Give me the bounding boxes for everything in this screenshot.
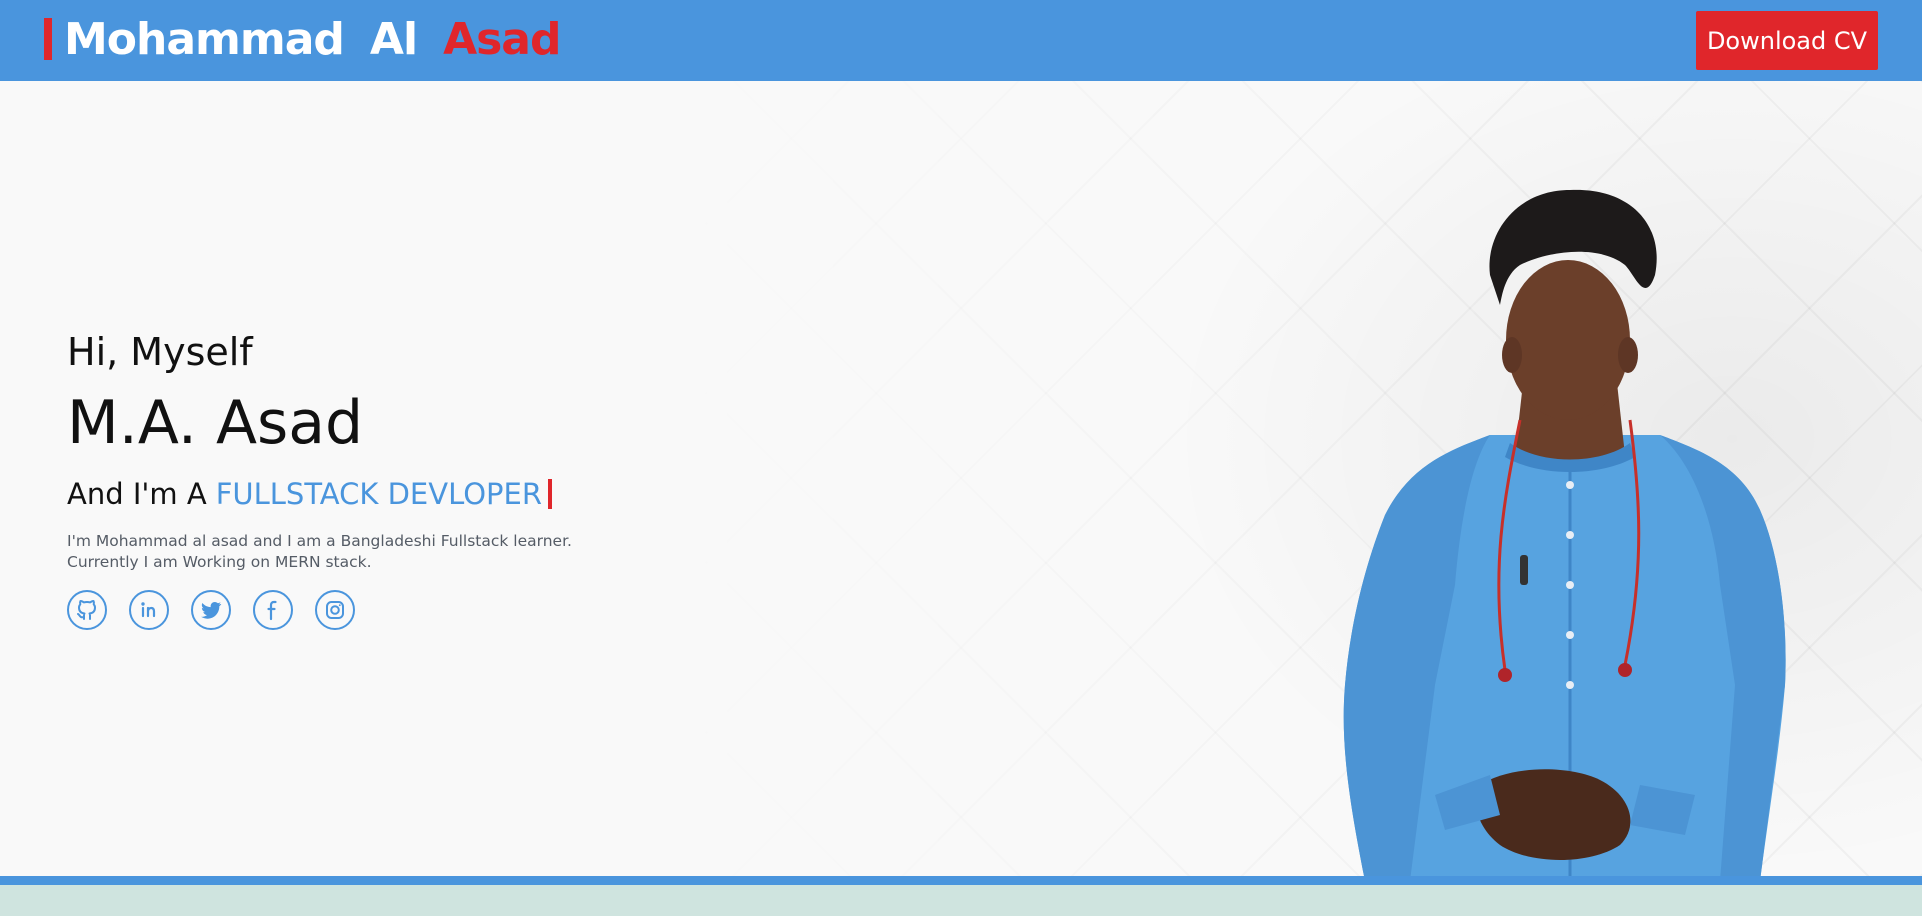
bio-line-1: I'm Mohammad al asad and I am a Banglade… bbox=[67, 532, 572, 550]
site-logo[interactable]: Mohammad Al Asad bbox=[44, 13, 562, 65]
instagram-link[interactable] bbox=[315, 590, 355, 630]
download-cv-button[interactable]: Download CV bbox=[1696, 11, 1878, 70]
role-prefix: And I'm A bbox=[67, 477, 207, 511]
linkedin-icon bbox=[141, 602, 156, 618]
top-navbar: Mohammad Al Asad Download CV bbox=[0, 0, 1922, 81]
logo-middle-name: Al bbox=[369, 13, 418, 65]
logo-accent-bar bbox=[44, 18, 52, 60]
twitter-link[interactable] bbox=[191, 590, 231, 630]
role-highlight: FULLSTACK DEVLOPER bbox=[215, 477, 542, 511]
logo-last-name: Asad bbox=[443, 13, 561, 65]
instagram-icon bbox=[326, 601, 344, 619]
twitter-icon bbox=[201, 601, 222, 619]
typing-caret bbox=[548, 479, 552, 509]
linkedin-link[interactable] bbox=[129, 590, 169, 630]
section-divider bbox=[0, 876, 1922, 885]
social-links bbox=[67, 590, 687, 630]
logo-first-name: Mohammad bbox=[64, 13, 345, 65]
profile-portrait bbox=[1343, 189, 1786, 876]
bio-line-2: Currently I am Working on MERN stack. bbox=[67, 553, 372, 571]
bio-text: I'm Mohammad al asad and I am a Banglade… bbox=[67, 531, 627, 573]
next-section-peek bbox=[0, 885, 1922, 916]
intro-block: Hi, Myself M.A. Asad And I'm A FULLSTACK… bbox=[67, 333, 687, 630]
greeting-text: Hi, Myself bbox=[67, 330, 253, 374]
facebook-icon bbox=[267, 600, 277, 621]
facebook-link[interactable] bbox=[253, 590, 293, 630]
github-link[interactable] bbox=[67, 590, 107, 630]
github-icon bbox=[77, 600, 96, 620]
hero-section: Hi, Myself M.A. Asad And I'm A FULLSTACK… bbox=[0, 81, 1922, 876]
role-line: And I'm A FULLSTACK DEVLOPER bbox=[67, 477, 687, 511]
hero-name: M.A. Asad bbox=[67, 388, 364, 458]
